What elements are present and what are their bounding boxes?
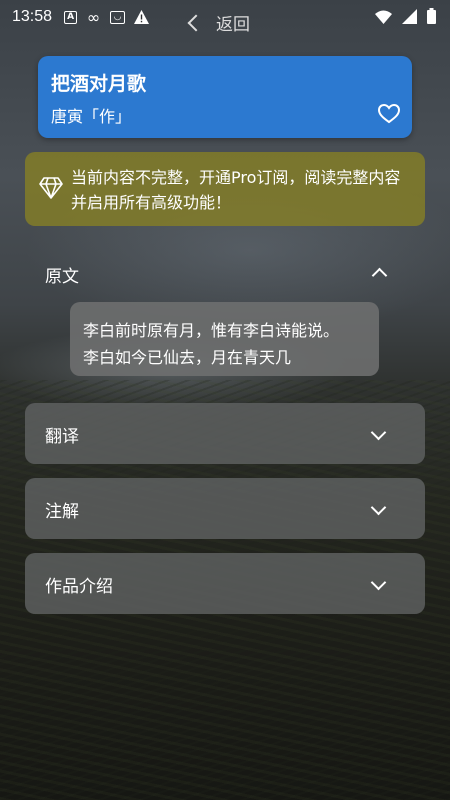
back-button[interactable]: 返回: [187, 10, 250, 35]
pro-banner-text: 当前内容不完整，开通Pro订阅，阅读完整内容并启用所有高级功能！: [71, 168, 401, 212]
chevron-down-icon: [370, 499, 387, 516]
back-label: 返回: [216, 14, 250, 35]
infinity-icon: ∞: [86, 7, 101, 27]
section-notes-label: 注解: [45, 502, 79, 522]
a-box-icon: A: [64, 10, 78, 24]
poem-line: 李白如今已仙去，月在青天几: [83, 348, 292, 367]
section-original-label: 原文: [45, 267, 79, 287]
section-notes[interactable]: 注解: [25, 478, 425, 539]
notification-icons: A ∞ ◡: [64, 7, 150, 27]
poem-author: 唐寅「作」: [51, 107, 132, 126]
system-icons: [375, 8, 436, 28]
pro-subscription-banner[interactable]: 当前内容不完整，开通Pro订阅，阅读完整内容并启用所有高级功能！: [25, 152, 425, 226]
wifi-icon: [375, 9, 392, 28]
poem-line: 李白前时原有月，惟有李白诗能说。: [83, 321, 340, 340]
chevron-down-icon: [370, 424, 387, 441]
warning-icon: [134, 10, 150, 25]
section-intro-label: 作品介绍: [45, 577, 113, 597]
heart-outline-icon[interactable]: [377, 103, 401, 124]
signal-icon: [402, 8, 417, 28]
chevron-up-icon: [371, 267, 388, 284]
face-box-icon: ◡: [110, 10, 126, 24]
chevron-down-icon: [370, 574, 387, 591]
poem-title: 把酒对月歌: [51, 73, 147, 95]
chevron-left-icon: [187, 14, 205, 31]
original-text-content: 李白前时原有月，惟有李白诗能说。 李白如今已仙去，月在青天几: [70, 302, 379, 376]
status-time: 13:58: [12, 8, 53, 25]
poem-title-card: 把酒对月歌 唐寅「作」: [38, 56, 412, 138]
section-original-header[interactable]: 原文: [25, 250, 425, 294]
battery-icon: [427, 8, 436, 28]
section-translation-label: 翻译: [45, 427, 79, 447]
section-intro[interactable]: 作品介绍: [25, 553, 425, 614]
diamond-icon: [39, 177, 63, 199]
section-translation[interactable]: 翻译: [25, 403, 425, 464]
